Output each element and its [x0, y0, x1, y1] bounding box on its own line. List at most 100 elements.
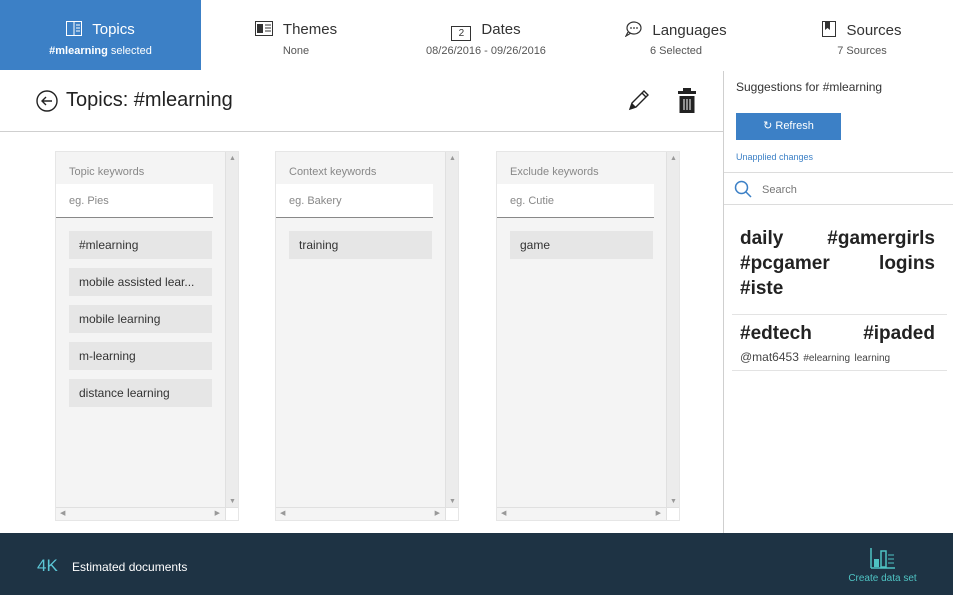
suggestion-tag[interactable]: #pcgamer	[740, 251, 830, 276]
tab-topics-label: Topics	[92, 21, 135, 38]
keyword-chip[interactable]: m-learning	[69, 342, 212, 370]
create-data-set-label: Create data set	[848, 573, 917, 584]
tab-dates-title-row: 2 Dates	[391, 21, 581, 41]
tab-sources-title-row: Sources	[771, 21, 953, 41]
scroll-down-arrow-icon[interactable]: ▼	[670, 498, 677, 505]
refresh-icon: ↻	[763, 120, 773, 132]
scroll-left-arrow-icon[interactable]: ◀	[501, 509, 506, 517]
context-keywords-input[interactable]	[276, 184, 433, 218]
back-arrow-icon	[36, 90, 58, 112]
tab-themes-title-row: Themes	[201, 21, 391, 40]
suggestion-tag[interactable]: #ipaded	[863, 321, 935, 346]
context-keywords-panel: Context keywords training ▲▼ ◀▶	[275, 151, 459, 521]
book-icon	[66, 21, 83, 40]
page-title: Topics: #mlearning	[66, 89, 233, 111]
horizontal-scrollbar[interactable]: ◀ ▶	[276, 507, 446, 520]
delete-button[interactable]	[676, 87, 698, 115]
estimated-documents-count: 4K	[37, 556, 58, 575]
edit-button[interactable]	[625, 88, 651, 114]
tab-languages-label: Languages	[652, 22, 727, 39]
tab-sources-subtitle: 7 Sources	[837, 45, 887, 57]
tab-dates-subtitle: 08/26/2016 - 09/26/2016	[426, 45, 546, 57]
calendar-icon: 2	[451, 26, 472, 41]
suggestion-cloud-group-2: #edtech #ipaded @mat6453 #elearning lear…	[740, 321, 935, 366]
back-button[interactable]	[36, 90, 58, 112]
tab-topics[interactable]: Topics #mlearning selected	[0, 0, 201, 70]
scroll-up-arrow-icon[interactable]: ▲	[449, 155, 456, 162]
scroll-left-arrow-icon[interactable]: ◀	[280, 509, 285, 517]
cloud-divider	[732, 370, 947, 371]
search-input[interactable]	[760, 179, 949, 201]
tab-sources-label: Sources	[846, 22, 902, 39]
keyword-chip[interactable]: training	[289, 231, 432, 259]
tab-languages-title-row: Languages	[581, 21, 771, 41]
refresh-button-label: Refresh	[775, 120, 814, 132]
exclude-keywords-list: game	[510, 231, 653, 268]
keyword-chip[interactable]: #mlearning	[69, 231, 212, 259]
suggestion-tag[interactable]: @mat6453	[740, 350, 799, 364]
scroll-corner	[225, 507, 238, 520]
tab-themes-label: Themes	[282, 21, 338, 38]
cloud-line: #edtech #ipaded	[740, 321, 935, 346]
suggestion-tag[interactable]: logins	[879, 251, 935, 276]
footer-bar: 4K Estimated documents Create data set	[0, 533, 953, 595]
cloud-line: @mat6453 #elearning learning	[740, 348, 935, 366]
tab-languages-subtitle: 6 Selected	[650, 45, 702, 57]
chat-bubble-icon	[624, 21, 642, 41]
vertical-scrollbar[interactable]: ▲ ▼	[225, 152, 238, 508]
exclude-keywords-panel: Exclude keywords game ▲▼ ◀▶	[496, 151, 680, 521]
scroll-down-arrow-icon[interactable]: ▼	[229, 498, 236, 505]
suggestion-cloud-group-1: daily #gamergirls #pcgamer logins #iste	[740, 226, 935, 301]
scroll-right-arrow-icon[interactable]: ▶	[435, 509, 440, 517]
page-header: Topics: #mlearning	[0, 71, 723, 132]
scroll-up-arrow-icon[interactable]: ▲	[670, 155, 677, 162]
scroll-corner	[666, 507, 679, 520]
vertical-scrollbar[interactable]: ▲ ▼	[666, 152, 679, 508]
unapplied-changes-link[interactable]: Unapplied changes	[736, 152, 813, 162]
suggestions-panel: Suggestions for #mlearning ↻ Refresh Una…	[724, 71, 953, 533]
refresh-button[interactable]: ↻ Refresh	[736, 113, 841, 140]
scroll-left-arrow-icon[interactable]: ◀	[60, 509, 65, 517]
vertical-scrollbar[interactable]: ▲ ▼	[445, 152, 458, 508]
topic-keywords-panel: Topic keywords #mlearning mobile assiste…	[55, 151, 239, 521]
topic-keywords-input[interactable]	[56, 184, 213, 218]
topic-keywords-title: Topic keywords	[69, 166, 145, 178]
cloud-divider	[732, 314, 947, 315]
tab-dates-label: Dates	[481, 21, 521, 38]
cloud-line: #pcgamer logins	[740, 251, 935, 276]
bookmark-icon	[822, 21, 837, 41]
scroll-up-arrow-icon[interactable]: ▲	[229, 155, 236, 162]
search-icon	[734, 180, 752, 198]
tab-languages[interactable]: Languages 6 Selected	[581, 0, 771, 70]
topic-keywords-list: #mlearning mobile assisted lear... mobil…	[69, 231, 212, 416]
keyword-chip[interactable]: mobile assisted lear...	[69, 268, 212, 296]
keyword-chip[interactable]: mobile learning	[69, 305, 212, 333]
create-data-set-button[interactable]: Create data set	[840, 547, 925, 587]
horizontal-scrollbar[interactable]: ◀ ▶	[56, 507, 226, 520]
suggestion-tag[interactable]: daily	[740, 226, 783, 251]
suggestion-tag[interactable]: learning	[855, 353, 891, 364]
scroll-down-arrow-icon[interactable]: ▼	[449, 498, 456, 505]
tab-topics-subtitle: #mlearning selected	[0, 45, 201, 57]
keyword-chip[interactable]: distance learning	[69, 379, 212, 407]
trash-icon	[678, 88, 696, 113]
tab-sources[interactable]: Sources 7 Sources	[771, 0, 953, 70]
tab-themes-subtitle: None	[282, 45, 310, 57]
suggestion-tag[interactable]: #gamergirls	[827, 226, 935, 251]
exclude-keywords-input[interactable]	[497, 184, 654, 218]
tab-themes[interactable]: Themes None	[201, 0, 391, 70]
calendar-icon-number: 2	[458, 28, 465, 39]
scroll-corner	[445, 507, 458, 520]
top-navigation: Topics #mlearning selected Themes None 2…	[0, 0, 953, 72]
horizontal-scrollbar[interactable]: ◀ ▶	[497, 507, 667, 520]
scroll-right-arrow-icon[interactable]: ▶	[215, 509, 220, 517]
suggestion-tag[interactable]: #iste	[740, 276, 783, 301]
tab-dates[interactable]: 2 Dates 08/26/2016 - 09/26/2016	[391, 0, 581, 70]
suggestion-tag[interactable]: #edtech	[740, 321, 812, 346]
suggestions-search	[724, 172, 953, 205]
keyword-chip[interactable]: game	[510, 231, 653, 259]
suggestion-tag[interactable]: #elearning	[803, 353, 850, 364]
context-keywords-list: training	[289, 231, 432, 268]
bar-chart-icon	[869, 548, 895, 569]
scroll-right-arrow-icon[interactable]: ▶	[656, 509, 661, 517]
